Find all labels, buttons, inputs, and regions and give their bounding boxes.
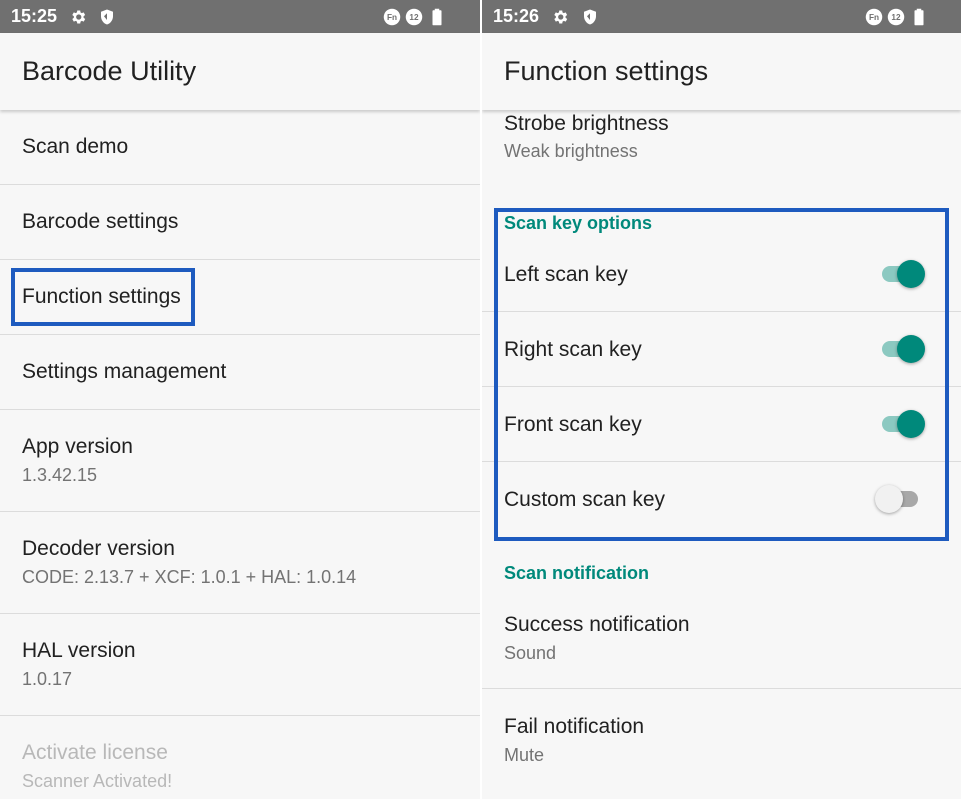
menu-item-label: Settings management: [22, 360, 227, 383]
shield-icon: [101, 9, 113, 25]
setting-label: Strobe brightness: [504, 112, 669, 135]
category-scan-notification: Scan notification: [504, 563, 650, 583]
menu-item-value: 1.0.17: [22, 669, 73, 689]
notification-count-icon: 12: [887, 8, 905, 26]
gear-icon: [554, 10, 568, 24]
setting-value: Weak brightness: [504, 141, 638, 161]
page-title: Barcode Utility: [22, 56, 197, 86]
page-title: Function settings: [504, 56, 709, 86]
app-bar: Function settings: [482, 33, 961, 110]
menu-item-value: Scanner Activated!: [22, 771, 173, 791]
menu-item-hal-version[interactable]: HAL version 1.0.17: [0, 614, 480, 716]
menu-item-value: 1.3.42.15: [22, 465, 98, 485]
status-bar: 15:25 Fn 12: [0, 0, 480, 33]
menu-item-label: Barcode settings: [22, 210, 179, 233]
setting-fail-notification[interactable]: Fail notification Mute: [482, 689, 961, 799]
gear-icon: [72, 10, 86, 24]
menu-item-label: Decoder version: [22, 537, 175, 560]
menu-item-label: Scan demo: [22, 135, 129, 158]
menu-item-scan-demo[interactable]: Scan demo: [0, 110, 480, 185]
highlight-box-scan-key-options: [494, 208, 949, 541]
menu-item-value: CODE: 2.13.7 + XCF: 1.0.1 + HAL: 1.0.14: [22, 567, 357, 587]
setting-strobe-brightness[interactable]: Strobe brightness Weak brightness: [482, 100, 961, 186]
notification-count: 12: [891, 13, 901, 22]
setting-value: Sound: [504, 643, 557, 663]
setting-label: Success notification: [504, 613, 690, 636]
shield-icon: [584, 9, 596, 25]
menu-item-label: Activate license: [22, 741, 168, 764]
status-bar: 15:26 Fn 12: [482, 0, 961, 33]
status-time: 15:25: [11, 6, 58, 26]
battery-icon: [432, 8, 442, 26]
notification-count: 12: [409, 13, 419, 22]
menu-item-settings-management[interactable]: Settings management: [0, 335, 480, 410]
setting-success-notification[interactable]: Success notification Sound: [482, 588, 961, 689]
battery-icon: [914, 8, 924, 26]
setting-value: Mute: [504, 745, 545, 765]
menu-item-app-version[interactable]: App version 1.3.42.15: [0, 410, 480, 512]
menu-item-label: App version: [22, 435, 133, 458]
fn-badge-label: Fn: [869, 13, 879, 22]
notification-count-icon: 12: [405, 8, 423, 26]
setting-label: Fail notification: [504, 715, 645, 738]
menu-item-barcode-settings[interactable]: Barcode settings: [0, 185, 480, 260]
function-settings-screen: 15:26 Fn 12 Function settings Strobe bri…: [482, 0, 961, 799]
screenshot-root: 15:25 Fn 12 Barcode Utility Scan demo Ba…: [0, 0, 961, 799]
fn-badge-icon: Fn: [865, 8, 883, 26]
fn-badge-label: Fn: [387, 13, 397, 22]
app-bar: Barcode Utility: [0, 33, 480, 110]
barcode-utility-screen: 15:25 Fn 12 Barcode Utility Scan demo Ba…: [0, 0, 480, 799]
menu-item-decoder-version[interactable]: Decoder version CODE: 2.13.7 + XCF: 1.0.…: [0, 512, 480, 614]
menu-item-activate-license[interactable]: Activate license Scanner Activated!: [0, 716, 480, 799]
status-time: 15:26: [493, 6, 540, 26]
highlight-box-function-settings: [11, 268, 195, 326]
fn-badge-icon: Fn: [383, 8, 401, 26]
menu-item-label: HAL version: [22, 639, 136, 662]
